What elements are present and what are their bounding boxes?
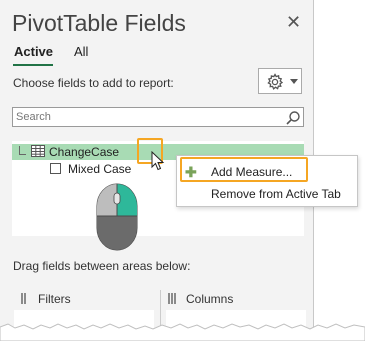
table-icon [31,145,45,157]
mouse-right-click-icon [96,183,138,251]
active-tab-indicator [13,64,53,66]
tree-connector [19,146,26,155]
field-name[interactable]: Mixed Case [68,162,131,176]
gear-icon [267,73,284,90]
torn-edge [0,323,365,341]
close-icon[interactable]: ✕ [286,11,301,33]
table-name[interactable]: ChangeCase [49,145,119,159]
callout-highlight-add-measure [180,157,308,182]
field-settings-button[interactable] [258,68,302,94]
search-icon[interactable] [285,110,301,126]
search-input[interactable]: Search [12,107,304,127]
drag-fields-label: Drag fields between areas below: [13,259,191,273]
area-columns-label: Columns [186,292,234,306]
tab-active[interactable]: Active [14,44,53,59]
tab-all[interactable]: All [74,44,88,59]
field-checkbox[interactable] [50,163,61,174]
area-filters-label: Filters [38,292,71,306]
cursor-arrow-icon [151,151,165,171]
choose-fields-label: Choose fields to add to report: [13,76,174,90]
menu-item-remove-from-active-tab[interactable]: Remove from Active Tab [211,187,341,201]
search-placeholder: Search [16,111,51,123]
columns-icon [168,293,176,304]
filter-icon [21,293,26,304]
chevron-down-icon [290,79,298,84]
pane-title: PivotTable Fields [12,10,186,36]
